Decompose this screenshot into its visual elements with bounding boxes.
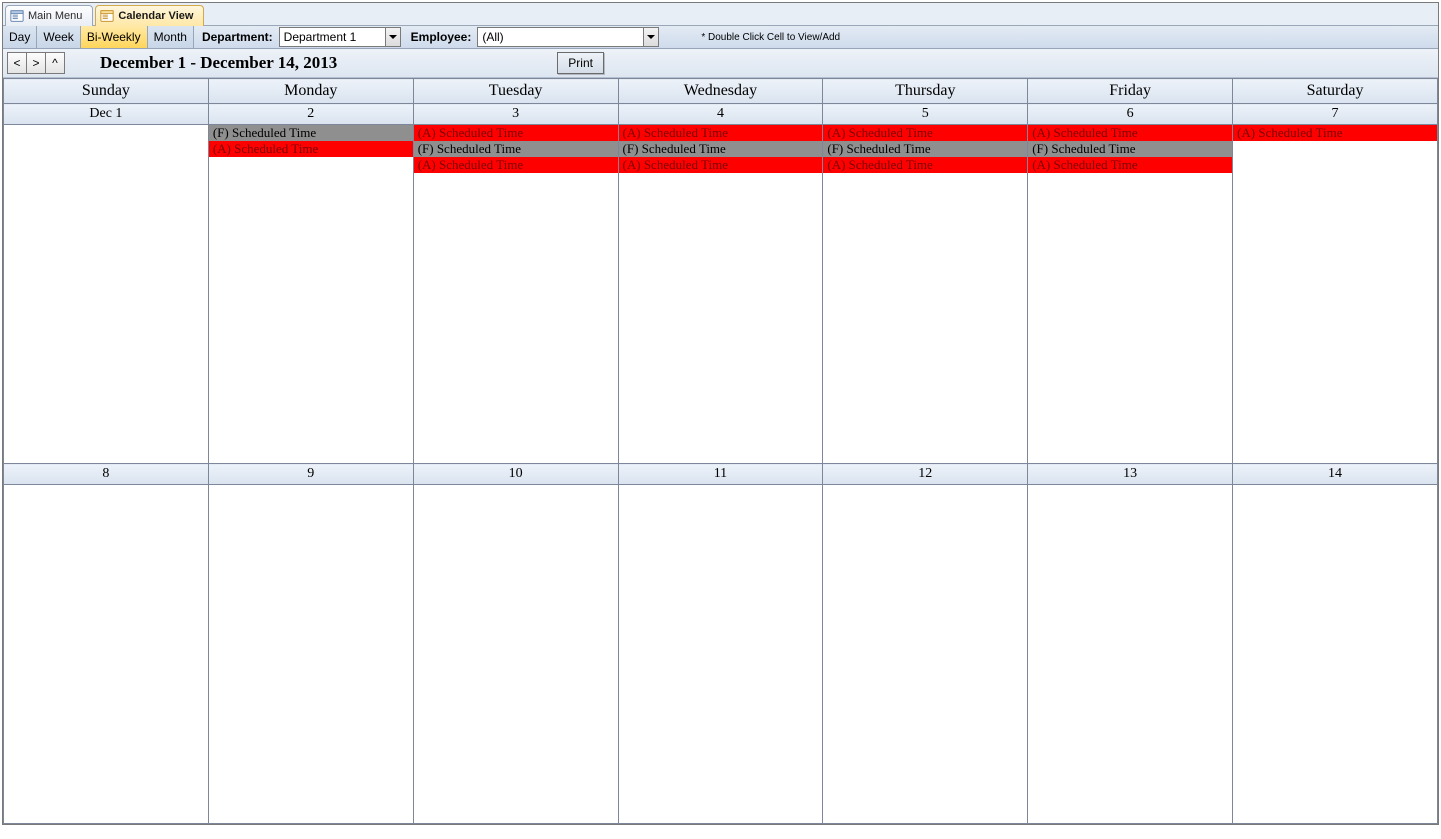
date-label: 11: [618, 464, 823, 485]
day-cell[interactable]: (A) Scheduled Time: [1233, 125, 1438, 464]
event-item[interactable]: (A) Scheduled Time: [1028, 125, 1232, 141]
day-cell[interactable]: [4, 485, 209, 824]
day-cell[interactable]: [1028, 485, 1233, 824]
up-button[interactable]: ^: [45, 52, 65, 74]
day-cell[interactable]: [4, 125, 209, 464]
day-header: Saturday: [1233, 79, 1438, 104]
day-cell[interactable]: [618, 485, 823, 824]
date-row: Dec 1 2 3 4 5 6 7: [4, 104, 1438, 125]
day-header: Monday: [208, 79, 413, 104]
event-item[interactable]: (A) Scheduled Time: [1233, 125, 1437, 141]
day-header: Friday: [1028, 79, 1233, 104]
event-item[interactable]: (A) Scheduled Time: [1028, 157, 1232, 173]
event-item[interactable]: (A) Scheduled Time: [823, 157, 1027, 173]
event-item[interactable]: (A) Scheduled Time: [619, 125, 823, 141]
date-label: 4: [618, 104, 823, 125]
date-label: 6: [1028, 104, 1233, 125]
event-item[interactable]: (A) Scheduled Time: [414, 157, 618, 173]
day-cell[interactable]: (A) Scheduled Time(F) Scheduled Time(A) …: [618, 125, 823, 464]
day-header: Thursday: [823, 79, 1028, 104]
date-label: 7: [1233, 104, 1438, 125]
tab-label: Calendar View: [118, 10, 193, 22]
department-value: Department 1: [280, 30, 385, 44]
day-cell[interactable]: [208, 485, 413, 824]
calendar-grid: Sunday Monday Tuesday Wednesday Thursday…: [3, 78, 1438, 824]
event-item[interactable]: (F) Scheduled Time: [209, 125, 413, 141]
department-combo[interactable]: Department 1: [279, 27, 401, 47]
date-label: 12: [823, 464, 1028, 485]
hint-text: * Double Click Cell to View/Add: [701, 32, 840, 43]
date-label: 5: [823, 104, 1028, 125]
filter-bar: Day Week Bi-Weekly Month Department: Dep…: [3, 26, 1438, 49]
next-button[interactable]: >: [26, 52, 46, 74]
view-biweekly-button[interactable]: Bi-Weekly: [81, 26, 148, 48]
view-month-button[interactable]: Month: [148, 26, 194, 48]
date-row: 8 9 10 11 12 13 14: [4, 464, 1438, 485]
date-label: 3: [413, 104, 618, 125]
date-label: 8: [4, 464, 209, 485]
event-item[interactable]: (A) Scheduled Time: [414, 125, 618, 141]
form-icon: [10, 9, 24, 23]
day-header: Sunday: [4, 79, 209, 104]
print-button[interactable]: Print: [557, 52, 604, 74]
date-label: 2: [208, 104, 413, 125]
day-header: Wednesday: [618, 79, 823, 104]
nav-bar: < > ^ December 1 - December 14, 2013 Pri…: [3, 49, 1438, 78]
date-label: 9: [208, 464, 413, 485]
week-row: (F) Scheduled Time(A) Scheduled Time (A)…: [4, 125, 1438, 464]
tab-main-menu[interactable]: Main Menu: [5, 5, 93, 26]
day-cell[interactable]: [823, 485, 1028, 824]
day-cell[interactable]: (A) Scheduled Time(F) Scheduled Time(A) …: [823, 125, 1028, 464]
day-cell[interactable]: (A) Scheduled Time(F) Scheduled Time(A) …: [413, 125, 618, 464]
view-week-button[interactable]: Week: [37, 26, 80, 48]
tab-bar: Main Menu Calendar View: [3, 3, 1438, 25]
event-item[interactable]: (F) Scheduled Time: [1028, 141, 1232, 157]
day-header-row: Sunday Monday Tuesday Wednesday Thursday…: [4, 79, 1438, 104]
date-label: 10: [413, 464, 618, 485]
department-label: Department:: [194, 30, 279, 44]
day-cell[interactable]: [1233, 485, 1438, 824]
employee-combo[interactable]: (All): [477, 27, 659, 47]
date-label: Dec 1: [4, 104, 209, 125]
date-label: 13: [1028, 464, 1233, 485]
date-label: 14: [1233, 464, 1438, 485]
day-header: Tuesday: [413, 79, 618, 104]
event-item[interactable]: (F) Scheduled Time: [823, 141, 1027, 157]
event-item[interactable]: (F) Scheduled Time: [414, 141, 618, 157]
form-icon: [100, 9, 114, 23]
day-cell[interactable]: (F) Scheduled Time(A) Scheduled Time: [208, 125, 413, 464]
event-item[interactable]: (A) Scheduled Time: [619, 157, 823, 173]
day-cell[interactable]: (A) Scheduled Time(F) Scheduled Time(A) …: [1028, 125, 1233, 464]
employee-value: (All): [478, 30, 643, 44]
prev-button[interactable]: <: [7, 52, 27, 74]
tab-label: Main Menu: [28, 10, 82, 22]
chevron-down-icon[interactable]: [385, 28, 400, 46]
event-item[interactable]: (F) Scheduled Time: [619, 141, 823, 157]
date-range: December 1 - December 14, 2013: [100, 53, 337, 73]
week-row: [4, 485, 1438, 824]
event-item[interactable]: (A) Scheduled Time: [823, 125, 1027, 141]
day-cell[interactable]: [413, 485, 618, 824]
employee-label: Employee:: [403, 30, 478, 44]
chevron-down-icon[interactable]: [643, 28, 658, 46]
tab-calendar-view[interactable]: Calendar View: [95, 5, 204, 26]
event-item[interactable]: (A) Scheduled Time: [209, 141, 413, 157]
view-day-button[interactable]: Day: [3, 26, 37, 48]
